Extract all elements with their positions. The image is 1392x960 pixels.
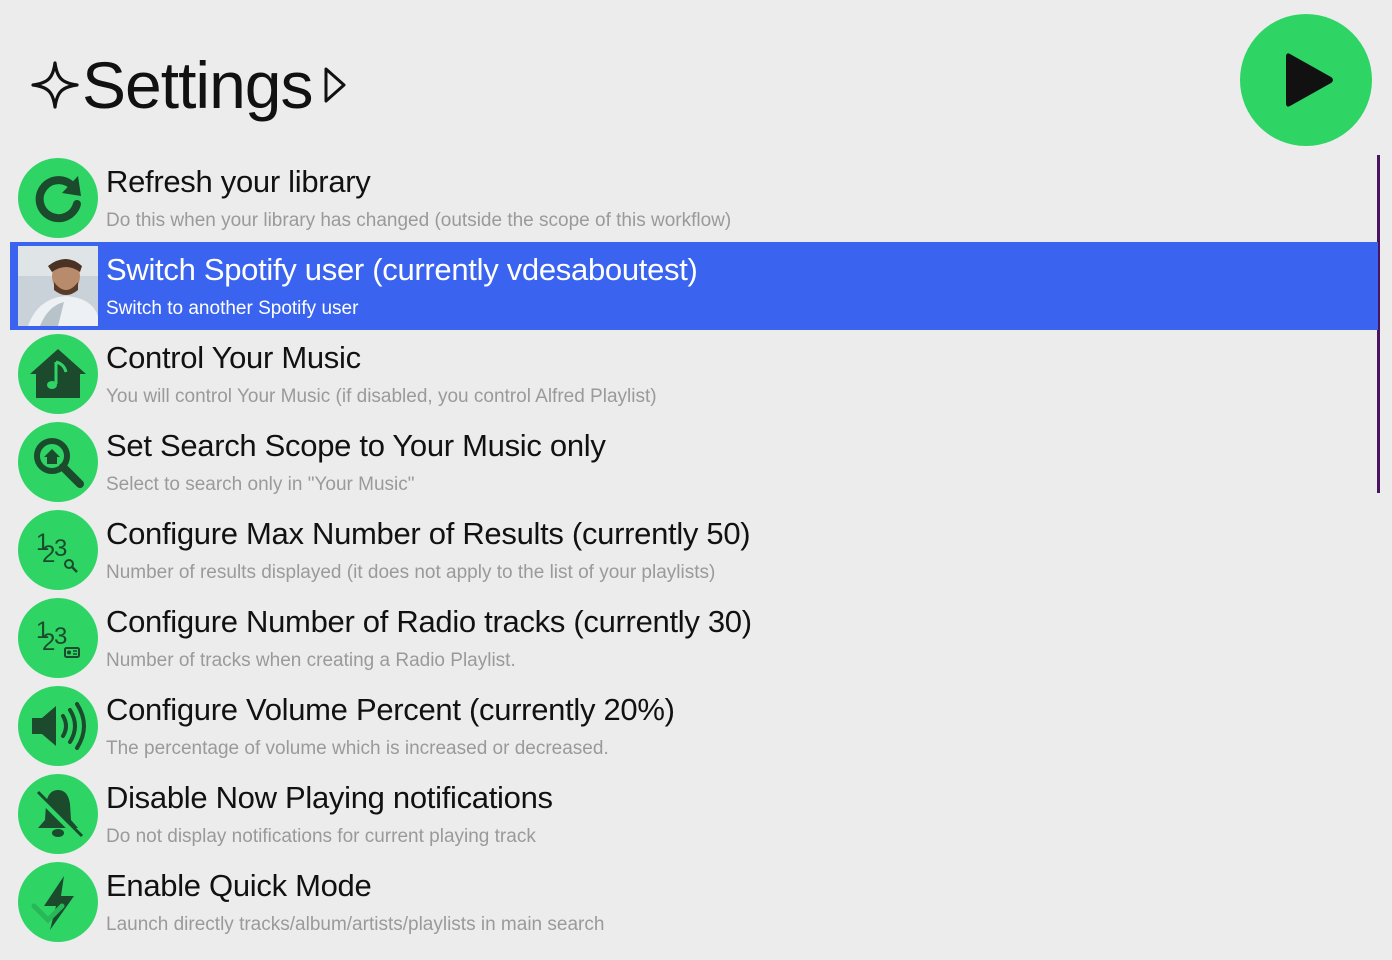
list-item-max-results[interactable]: 1 2 3 Configure Max Number of Results (c… (10, 506, 1378, 594)
list-item-radio-tracks[interactable]: 1 2 3 Configure Number of Radio tracks (… (10, 594, 1378, 682)
row-subtitle: Select to search only in "Your Music" (106, 474, 415, 495)
page-title: Settings (82, 48, 313, 122)
volume-icon (18, 686, 98, 766)
row-title: Switch Spotify user (currently vdesabout… (106, 252, 698, 287)
row-title: Configure Volume Percent (currently 20%) (106, 692, 675, 727)
row-subtitle: Do not display notifications for current… (106, 826, 536, 847)
lightning-icon (18, 862, 98, 942)
sparkle-icon (31, 61, 79, 109)
row-subtitle: You will control Your Music (if disabled… (106, 386, 657, 407)
refresh-icon (18, 158, 98, 238)
list-item-now-playing-notifications[interactable]: Disable Now Playing notifications Do not… (10, 770, 1378, 858)
numbers-search-icon: 1 2 3 (18, 510, 98, 590)
row-subtitle: Switch to another Spotify user (106, 298, 359, 319)
row-subtitle: Do this when your library has changed (o… (106, 210, 732, 231)
caret-right-icon (324, 67, 346, 103)
list-item-search-scope[interactable]: Set Search Scope to Your Music only Sele… (10, 418, 1378, 506)
list-item-quick-mode[interactable]: Enable Quick Mode Launch directly tracks… (10, 858, 1378, 946)
bell-off-icon (18, 774, 98, 854)
svg-text:3: 3 (54, 535, 67, 562)
row-title: Configure Max Number of Results (current… (106, 516, 751, 551)
list-item-volume-percent[interactable]: Configure Volume Percent (currently 20%)… (10, 682, 1378, 770)
search-home-icon (18, 422, 98, 502)
play-icon[interactable] (1240, 14, 1372, 146)
row-title: Control Your Music (106, 340, 361, 375)
list-item-control-your-music[interactable]: Control Your Music You will control Your… (10, 330, 1378, 418)
numbers-radio-icon: 1 2 3 (18, 598, 98, 678)
svg-text:3: 3 (54, 623, 67, 650)
row-subtitle: The percentage of volume which is increa… (106, 738, 609, 759)
row-title: Configure Number of Radio tracks (curren… (106, 604, 752, 639)
user-avatar (18, 246, 98, 326)
results-list: Refresh your library Do this when your l… (10, 154, 1378, 946)
header: Settings (30, 40, 348, 130)
row-title: Disable Now Playing notifications (106, 780, 553, 815)
row-subtitle: Launch directly tracks/album/artists/pla… (106, 914, 605, 935)
list-item-refresh-library[interactable]: Refresh your library Do this when your l… (10, 154, 1378, 242)
home-music-icon (18, 334, 98, 414)
list-item-switch-user[interactable]: Switch Spotify user (currently vdesabout… (10, 242, 1378, 330)
row-title: Refresh your library (106, 164, 371, 199)
row-title: Enable Quick Mode (106, 868, 372, 903)
row-title: Set Search Scope to Your Music only (106, 428, 606, 463)
row-subtitle: Number of tracks when creating a Radio P… (106, 650, 516, 671)
row-subtitle: Number of results displayed (it does not… (106, 562, 716, 583)
